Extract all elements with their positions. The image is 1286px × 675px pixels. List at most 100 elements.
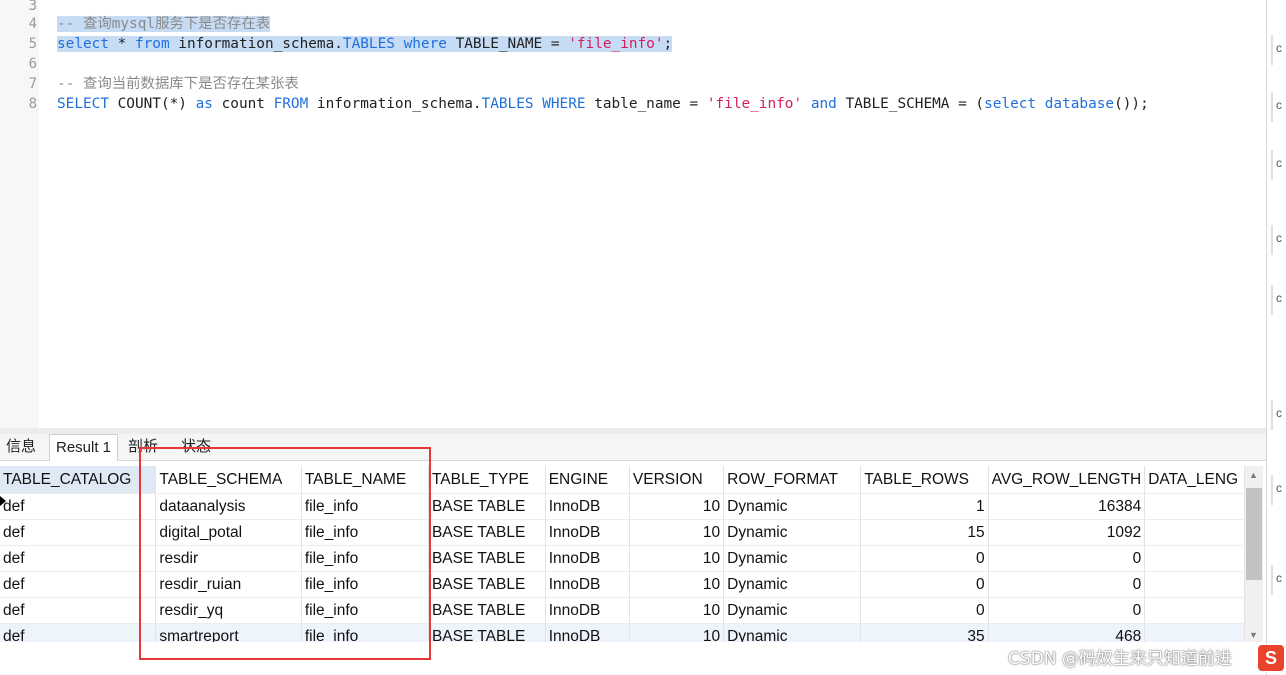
code-token: information_schema.	[169, 36, 343, 52]
code-token: select	[984, 96, 1037, 112]
table-cell[interactable]: def	[0, 519, 157, 546]
table-cell[interactable]: Dynamic	[723, 571, 862, 598]
table-cell[interactable]: InnoDB	[545, 597, 630, 624]
code-line[interactable]: 5 select * from information_schema.TABLES…	[0, 34, 1266, 54]
table-cell[interactable]: BASE TABLE	[428, 571, 546, 598]
code-line[interactable]: 4 -- 查询mysql服务下是否存在表	[0, 14, 1266, 34]
side-pane-item-icon[interactable]: c	[1271, 400, 1286, 430]
table-cell[interactable]	[1144, 519, 1245, 546]
table-cell[interactable]: 16384	[988, 493, 1146, 520]
table-cell[interactable]: InnoDB	[545, 571, 630, 598]
column-header[interactable]: TABLE_TYPE	[428, 466, 546, 494]
code-token: *	[108, 36, 135, 52]
code-token: 'file_info'	[568, 36, 664, 52]
side-pane-item-icon[interactable]: c	[1271, 285, 1286, 315]
code-line[interactable]: 7 -- 查询当前数据库下是否存在某张表	[0, 74, 1266, 94]
table-cell[interactable]: 0	[988, 571, 1146, 598]
code-token: TABLE_NAME =	[446, 36, 569, 52]
side-pane-item-icon[interactable]: c	[1271, 35, 1286, 65]
table-cell[interactable]: def	[0, 571, 157, 598]
table-cell[interactable]: 468	[988, 623, 1146, 642]
table-cell[interactable]: BASE TABLE	[428, 597, 546, 624]
code-token: ());	[1114, 96, 1149, 112]
column-header[interactable]: AVG_ROW_LENGTH	[988, 466, 1146, 494]
table-cell[interactable]: 10	[629, 571, 725, 598]
side-pane-item-icon[interactable]: c	[1271, 92, 1286, 122]
code-token: TABLE_SCHEMA = (	[836, 96, 985, 112]
code-token: TABLES	[342, 36, 395, 52]
scroll-down-icon[interactable]: ▼	[1249, 630, 1258, 640]
table-cell[interactable]: 10	[629, 545, 725, 572]
code-token: SELECT	[57, 96, 109, 112]
table-cell[interactable]: def	[0, 493, 157, 520]
line-number: 7	[28, 76, 37, 92]
side-pane-item-icon[interactable]: c	[1271, 565, 1286, 595]
column-header[interactable]: TABLE_CATALOG	[0, 466, 157, 494]
line-number: 4	[28, 16, 37, 32]
column-header[interactable]: TABLE_ROWS	[860, 466, 989, 494]
table-cell[interactable]: 1	[860, 493, 989, 520]
table-cell[interactable]: InnoDB	[545, 493, 630, 520]
table-cell[interactable]	[1144, 545, 1245, 572]
tab-result-1[interactable]: Result 1	[49, 434, 119, 461]
table-cell[interactable]: 0	[860, 597, 989, 624]
table-cell[interactable]: 10	[629, 623, 725, 642]
table-cell[interactable]: 10	[629, 519, 725, 546]
table-cell[interactable]: 35	[860, 623, 989, 642]
table-cell[interactable]: 0	[988, 545, 1146, 572]
column-header[interactable]: DATA_LENG	[1144, 466, 1245, 494]
table-cell[interactable]: 10	[629, 493, 725, 520]
code-line[interactable]: 8 SELECT COUNT(*) as count FROM informati…	[0, 94, 1266, 114]
line-number: 6	[28, 56, 37, 72]
table-cell[interactable]: Dynamic	[723, 623, 862, 642]
table-cell[interactable]: def	[0, 597, 157, 624]
code-token: -- 查询mysql服务下是否存在表	[57, 16, 271, 32]
code-token: table_name =	[585, 96, 707, 112]
code-token: where	[403, 36, 447, 52]
table-cell[interactable]: InnoDB	[545, 519, 630, 546]
table-cell[interactable]: Dynamic	[723, 545, 862, 572]
table-cell[interactable]: BASE TABLE	[428, 545, 546, 572]
table-cell[interactable]: def	[0, 545, 157, 572]
side-pane-item-icon[interactable]: c	[1271, 475, 1286, 505]
column-header[interactable]: VERSION	[629, 466, 725, 494]
watermark-text: CSDN @码奴生来只知道前进	[1008, 649, 1232, 669]
code-token: database	[1044, 96, 1115, 112]
side-pane-item-icon[interactable]: c	[1271, 225, 1286, 255]
table-cell[interactable]: InnoDB	[545, 545, 630, 572]
table-cell[interactable]: Dynamic	[723, 493, 862, 520]
scroll-up-icon[interactable]: ▲	[1249, 470, 1258, 480]
table-cell[interactable]: 1092	[988, 519, 1146, 546]
code-token: TABLES	[481, 96, 534, 112]
table-cell[interactable]	[1144, 571, 1245, 598]
table-cell[interactable]	[1144, 623, 1245, 642]
table-cell[interactable]: Dynamic	[723, 519, 862, 546]
code-token: FROM	[273, 96, 309, 112]
table-cell[interactable]: BASE TABLE	[428, 519, 546, 546]
table-cell[interactable]	[1144, 597, 1245, 624]
table-cell[interactable]: 15	[860, 519, 989, 546]
table-cell[interactable]: InnoDB	[545, 623, 630, 642]
code-token: select	[57, 36, 109, 52]
table-cell[interactable]: BASE TABLE	[428, 623, 546, 642]
table-cell[interactable]: BASE TABLE	[428, 493, 546, 520]
scrollbar-thumb[interactable]	[1246, 488, 1262, 580]
table-cell[interactable]: def	[0, 623, 157, 642]
current-row-indicator-icon	[0, 496, 6, 506]
sql-editor[interactable]: 3 4 -- 查询mysql服务下是否存在表 5 select * from infor…	[0, 0, 1266, 428]
code-token: -- 查询当前数据库下是否存在某张表	[57, 76, 299, 92]
table-cell[interactable]: 0	[860, 545, 989, 572]
code-token	[394, 36, 404, 52]
column-header[interactable]: ENGINE	[545, 466, 630, 494]
side-pane-edge: c c c c c c c c	[1266, 0, 1286, 675]
table-cell[interactable]	[1144, 493, 1245, 520]
tab-info[interactable]: 信息	[2, 434, 40, 460]
code-line[interactable]: 6	[0, 54, 1266, 74]
column-header[interactable]: ROW_FORMAT	[723, 466, 862, 494]
table-cell[interactable]: Dynamic	[723, 597, 862, 624]
table-cell[interactable]: 10	[629, 597, 725, 624]
input-method-logo-icon: S	[1258, 645, 1284, 671]
table-cell[interactable]: 0	[988, 597, 1146, 624]
side-pane-item-icon[interactable]: c	[1271, 150, 1286, 180]
table-cell[interactable]: 0	[860, 571, 989, 598]
